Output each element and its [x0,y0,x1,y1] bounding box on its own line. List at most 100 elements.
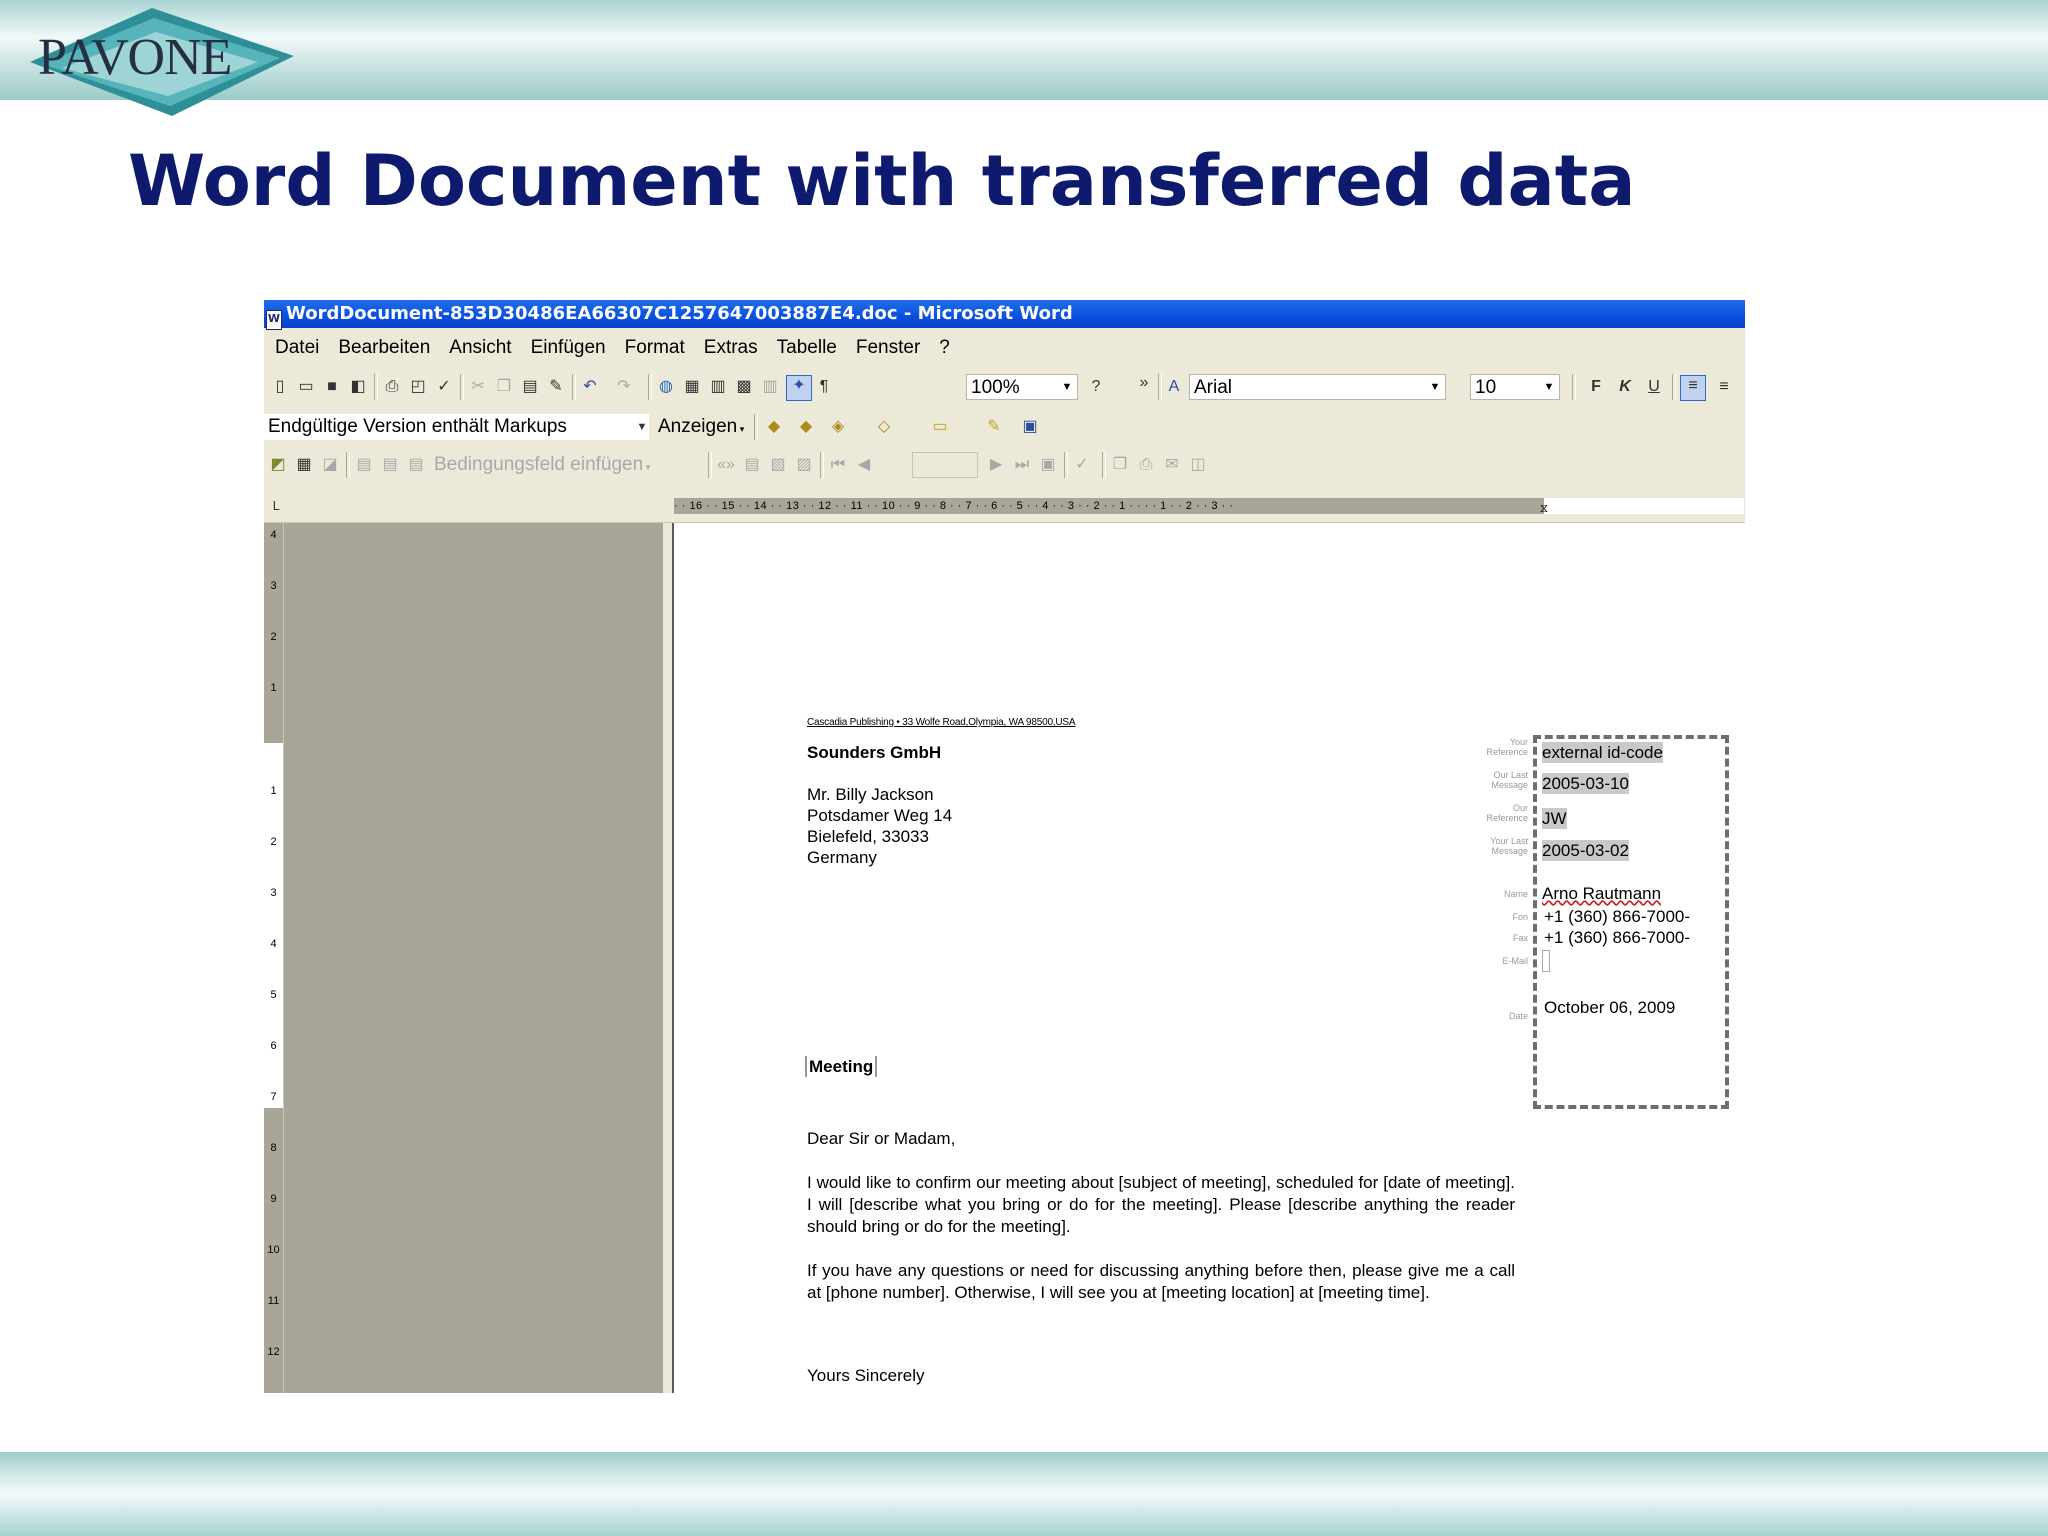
format-painter-icon[interactable]: ✎ [546,377,566,397]
print-icon[interactable]: ⎙ [382,377,402,397]
letter-paragraph-2: If you have any questions or need for di… [807,1261,1515,1302]
insert-word-field-menu[interactable]: Bedingungsfeld einfügen ▾ [434,450,650,480]
menu-tabelle[interactable]: Tabelle [777,330,837,366]
help-icon[interactable]: ? [1086,377,1106,397]
tables-borders-icon[interactable]: ▦ [682,377,702,397]
save-icon[interactable]: ■ [322,377,342,397]
window-title: WordDocument-853D30486EA66307C1257647003… [286,303,1073,324]
align-center-icon[interactable]: ≡ [1714,377,1734,397]
toolbar-options-icon[interactable]: » [1134,373,1154,393]
vruler-label: 4 [270,529,277,541]
font-size-dropdown-icon: ▼ [1543,381,1555,393]
reviewing-pane-icon[interactable]: ▣ [1020,417,1040,437]
next-change-icon[interactable]: ◆ [796,417,816,437]
permission-icon[interactable]: ◧ [348,377,368,397]
menu-fenster[interactable]: Fenster [856,330,920,366]
insert-address-block-icon[interactable]: ▤ [354,455,374,475]
your-reference-field[interactable]: external id-code [1542,742,1663,763]
paste-icon[interactable]: ▤ [520,377,540,397]
open-data-source-icon[interactable]: ▦ [294,455,314,475]
match-fields-icon[interactable]: ▧ [768,455,788,475]
your-last-message-field[interactable]: 2005-03-02 [1542,840,1629,861]
zoom-dropdown-icon: ▼ [1061,381,1073,393]
insert-merge-fields-icon[interactable]: ▤ [406,455,426,475]
align-left-icon[interactable]: ≡ [1680,375,1706,401]
font-size-select[interactable]: 10 ▼ [1470,374,1560,400]
window-titlebar[interactable]: W WordDocument-853D30486EA66307C125764700… [264,300,1745,330]
view-merged-data-icon[interactable]: «» [716,455,736,475]
pavone-logo: PAVONE [30,8,294,116]
letter-subject[interactable]: Meeting [805,1056,878,1077]
insert-greeting-icon[interactable]: ▤ [380,455,400,475]
accept-change-icon[interactable]: ◈ [828,417,848,437]
previous-change-icon[interactable]: ◆ [764,417,784,437]
toolbar-separator [346,452,350,478]
menu-help[interactable]: ? [939,330,950,366]
undo-icon[interactable]: ↶ [580,377,600,397]
underline-button[interactable]: U [1644,377,1664,397]
new-document-icon[interactable]: ▯ [270,377,290,397]
menu-format[interactable]: Format [625,330,685,366]
markup-view-dropdown-icon[interactable]: ▼ [632,417,652,437]
columns-icon[interactable]: ▥ [760,377,780,397]
reject-change-icon[interactable]: ◇ [874,417,894,437]
cut-icon[interactable]: ✂ [468,377,488,397]
name-field[interactable]: Arno Rautmann [1542,883,1661,904]
indent-marker-icon[interactable]: ⧖ [1534,498,1554,518]
fon-field[interactable]: +1 (360) 866-7000- [1544,906,1690,927]
styles-icon[interactable]: A [1164,377,1184,397]
menu-ansicht[interactable]: Ansicht [449,330,511,366]
italic-button[interactable]: K [1615,377,1635,397]
drawing-icon[interactable]: ✦ [786,375,812,401]
merge-to-printer-icon[interactable]: ⎙ [1136,455,1156,475]
find-entry-icon[interactable]: ▣ [1038,455,1058,475]
first-record-icon[interactable]: ⏮ [828,455,848,475]
menu-bearbeiten[interactable]: Bearbeiten [338,330,430,366]
hyperlink-icon[interactable]: ◍ [656,377,676,397]
spelling-icon[interactable]: ✓ [434,377,454,397]
highlight-fields-icon[interactable]: ▤ [742,455,762,475]
font-select[interactable]: Arial ▼ [1189,374,1446,400]
insert-table-icon[interactable]: ▥ [708,377,728,397]
propagate-labels-icon[interactable]: ▨ [794,455,814,475]
mail-merge-toolbar: ◩ ▦ ◪ ▤ ▤ ▤ Bedingungsfeld einfügen ▾ «»… [264,446,1745,484]
merge-to-document-icon[interactable]: ❐ [1110,455,1130,475]
our-reference-field[interactable]: JW [1542,808,1567,829]
recipients-icon[interactable]: ◪ [320,455,340,475]
main-document-setup-icon[interactable]: ◩ [268,455,288,475]
vruler-label: 6 [270,1040,277,1052]
menu-extras[interactable]: Extras [704,330,758,366]
insert-excel-icon[interactable]: ▩ [734,377,754,397]
document-map-pane[interactable] [284,523,663,1393]
print-preview-icon[interactable]: ◰ [408,377,428,397]
record-number-field[interactable] [912,452,978,478]
zoom-select[interactable]: 100% ▼ [966,374,1078,400]
bold-button[interactable]: F [1586,377,1606,397]
email-field[interactable] [1542,950,1550,972]
label-your-last-message: Your Last Message [1490,836,1528,856]
sender-line: Cascadia Publishing • 33 Wolfe Road,Olym… [807,717,1076,728]
check-errors-icon[interactable]: ✓ [1072,455,1092,475]
tab-selector-icon[interactable]: L [266,496,286,516]
our-last-message-field[interactable]: 2005-03-10 [1542,773,1629,794]
insert-comment-icon[interactable]: ▭ [930,417,950,437]
track-changes-icon[interactable]: ✎ [984,417,1004,437]
merge-to-fax-icon[interactable]: ◫ [1188,455,1208,475]
markup-view-select[interactable]: Endgültige Version enthält Markups [264,414,649,440]
copy-icon[interactable]: ❐ [494,377,514,397]
open-folder-icon[interactable]: ▭ [296,377,316,397]
last-record-icon[interactable]: ⏭ [1012,455,1032,475]
menu-einfuegen[interactable]: Einfügen [531,330,606,366]
recipient-city: Bielefeld, 33033 [807,827,929,846]
next-record-icon[interactable]: ▶ [986,455,1006,475]
merge-to-email-icon[interactable]: ✉ [1162,455,1182,475]
label-fax: Fax [1512,933,1528,943]
fax-field[interactable]: +1 (360) 866-7000- [1544,927,1690,948]
date-field[interactable]: October 06, 2009 [1544,997,1675,1018]
previous-record-icon[interactable]: ◀ [854,455,874,475]
redo-icon[interactable]: ↷ [614,377,634,397]
menu-datei[interactable]: Datei [275,330,319,366]
horizontal-ruler[interactable]: L · · 16 · · 15 · · 14 · · 13 · · 12 · ·… [264,492,1745,523]
show-menu[interactable]: Anzeigen ▾ [658,412,744,442]
show-formatting-icon[interactable]: ¶ [814,377,834,397]
